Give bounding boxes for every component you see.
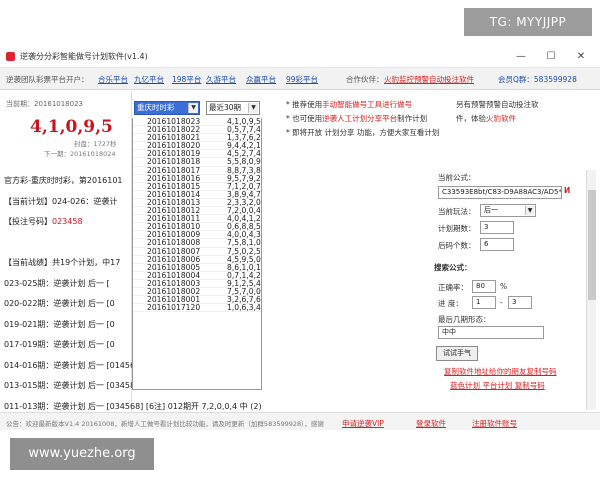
title-bar: 逆袭分分彩智能做号计划软件(v1.4) — ☐ ✕ [0, 46, 600, 68]
promo-line-b: 件，体验 [456, 114, 486, 123]
accuracy-label: 正确率： [438, 283, 468, 292]
code-count-label: 后码个数： [438, 241, 476, 250]
table-row[interactable]: 20161017120 1,0,6,3,4 [133, 303, 261, 313]
platform-link-4[interactable]: 久游平台 [206, 74, 236, 85]
current-formula-label: 当前公式： [438, 173, 476, 182]
accuracy-unit: % [500, 282, 508, 291]
play-mode-select[interactable]: 后一 ▼ [480, 204, 536, 217]
platform-link-1[interactable]: 合乐平台 [98, 74, 128, 85]
progress-to-input[interactable]: 3 [508, 296, 532, 309]
tip-2-prefix: * 也可使用 [286, 114, 323, 123]
login-link[interactable]: 登录软件 [416, 418, 446, 429]
chevron-down-icon: ▼ [525, 206, 534, 215]
tip-2-link[interactable]: 逆袭人工计划分享平台 [322, 114, 397, 123]
current-period: 当前期：20161018023 [6, 100, 83, 108]
plan-log-text: 【当前计划】024-026：逆袭计 [4, 196, 118, 206]
try-luck-button[interactable]: 试试手气 [436, 346, 478, 361]
tip-1-link[interactable]: 手动智能做号工具进行做号 [322, 100, 412, 109]
progress-label: 进 度： [438, 299, 463, 308]
formula-panel: 当前公式： C33593E8bt/C83-D9A88AC3/AD5* И 当前玩… [430, 170, 598, 395]
plan-log-text: 【投注号码】 [4, 217, 52, 226]
plan-log-highlight: 023458 [52, 217, 83, 226]
plan-log-text: 011-013期：逆袭计划 后一 [034568] [6注] 012期开 7,2… [4, 401, 262, 411]
plan-log-text: 023-025期：逆袭计划 后一 [ [4, 278, 110, 288]
platform-link-2[interactable]: 九亿平台 [134, 74, 164, 85]
app-icon [6, 52, 15, 61]
row-period: 20161017120 [147, 303, 201, 313]
play-mode-value: 后一 [484, 206, 498, 214]
recent-pattern-input[interactable]: 中中 [438, 326, 544, 339]
tip-3: * 即将开放 计划分享 功能，方便大家互看计划 [286, 128, 440, 137]
promo-text: 另有预警预警自动投注软 件，体验火豹软件 [456, 98, 596, 126]
history-table[interactable]: 20161018023 4,1,0,9,5 20161018022 0,5,7,7,4… [132, 118, 262, 390]
accuracy-input[interactable]: 80 [472, 280, 496, 293]
history-list-panel: 重庆时时彩 ▼ 最近30期 ▼ 20161018023 4,1,0,9,5 2016… [132, 98, 262, 392]
draw-info-panel: 当前期：20161018023 4,1,0,9,5 封盘：1727秒 下一期：2… [0, 91, 262, 430]
close-icon[interactable]: ✕ [570, 48, 592, 66]
maximize-icon[interactable]: ☐ [540, 48, 562, 66]
plan-periods-label: 计划期数： [438, 224, 476, 233]
plan-log-text: 019-021期：逆袭计划 后一 [0 [4, 319, 115, 329]
plan-log-text: 官方彩-重庆时时彩，第2016101 [4, 176, 123, 185]
team-label: 逆袭团队彩票平台开户： [6, 75, 89, 84]
latest-result: 4,1,0,9,5 [30, 117, 113, 137]
platform-link-3[interactable]: 198平台 [172, 74, 201, 85]
plan-log-text: 017-019期：逆袭计划 后一 [0 [4, 340, 115, 349]
lottery-select[interactable]: 重庆时时彩 ▼ [134, 101, 200, 115]
member-qq: 会员Q群：583599928 [498, 75, 577, 84]
code-count-input[interactable]: 6 [480, 238, 514, 251]
minimize-icon[interactable]: — [510, 48, 532, 66]
tips-panel: * 推荐使用手动智能做号工具进行做号 * 也可使用逆袭人工计划分享平台制作计划 … [286, 98, 446, 140]
plan-periods-input[interactable]: 3 [480, 221, 514, 234]
register-link[interactable]: 注册软件账号 [472, 418, 517, 429]
platform-link-6[interactable]: 99彩平台 [286, 74, 318, 85]
announcement-text: 公告：欢迎最新版本V1.4 20161008，新增人工做号看计划比较功能，请及时… [6, 420, 324, 428]
window-title: 逆袭分分彩智能做号计划软件(v1.4) [20, 52, 148, 61]
chevron-down-icon: ▼ [248, 103, 258, 113]
partner-link[interactable]: 火豹监控预警自动投注软件 [384, 74, 474, 85]
platform-bar: 逆袭团队彩票平台开户： 合乐平台 九亿平台 198平台 久游平台 众赢平台 99… [0, 68, 600, 90]
plan-log-text: 【当前战绩】共19个计划，中17 [4, 258, 121, 267]
platform-link-5[interactable]: 众赢平台 [246, 74, 276, 85]
promo-link[interactable]: 火豹软件 [486, 114, 516, 123]
plan-log-text: 020-022期：逆袭计划 后一 [0 [4, 299, 115, 308]
apply-vip-link[interactable]: 申请逆袭VIP [342, 418, 384, 429]
tip-2-suffix: 制作计划 [397, 114, 428, 123]
range-select-value: 最近30期 [209, 103, 242, 112]
current-formula-input[interactable]: C33593E8bt/C83-D9A88AC3/AD5* [438, 186, 562, 199]
recent-pattern-label: 最后几期形态： [438, 315, 491, 324]
progress-from-input[interactable]: 1 [472, 296, 496, 309]
search-formula-label: 搜索公式： [434, 263, 472, 272]
play-mode-label: 当前玩法： [438, 207, 476, 216]
lottery-select-value: 重庆时时彩 [137, 103, 175, 112]
status-bar: 公告：欢迎最新版本V1.4 20161008，新增人工做号看计划比较功能，请及时… [0, 412, 600, 430]
copy-address-link[interactable]: 复制软件地址给你的朋友复制号码 [444, 366, 557, 377]
row-numbers: 1,0,6,3,4 [227, 303, 261, 313]
promo-line-a: 另有预警预警自动投注软 [456, 100, 539, 109]
tip-1-prefix: * 推荐使用 [286, 100, 323, 109]
countdown: 封盘：1727秒 [74, 140, 117, 148]
next-period: 下一期：20161018024 [44, 150, 116, 158]
chevron-down-icon: ▼ [188, 103, 198, 113]
partner-label: 合作伙伴： [346, 75, 384, 84]
edit-icon[interactable]: И [564, 186, 570, 195]
watermark-bottom: www.yuezhe.org [10, 438, 154, 470]
scroll-thumb[interactable] [588, 190, 596, 300]
copy-codes-link[interactable]: 蓝色计划 平台计划 复制号码 [450, 380, 545, 391]
watermark-top: TG: MYYJJPP [464, 8, 592, 36]
range-select[interactable]: 最近30期 ▼ [206, 101, 260, 115]
scrollbar[interactable] [586, 170, 596, 410]
progress-dash: - [500, 298, 503, 307]
app-window: 逆袭分分彩智能做号计划软件(v1.4) — ☐ ✕ 逆袭团队彩票平台开户： 合乐… [0, 46, 600, 430]
